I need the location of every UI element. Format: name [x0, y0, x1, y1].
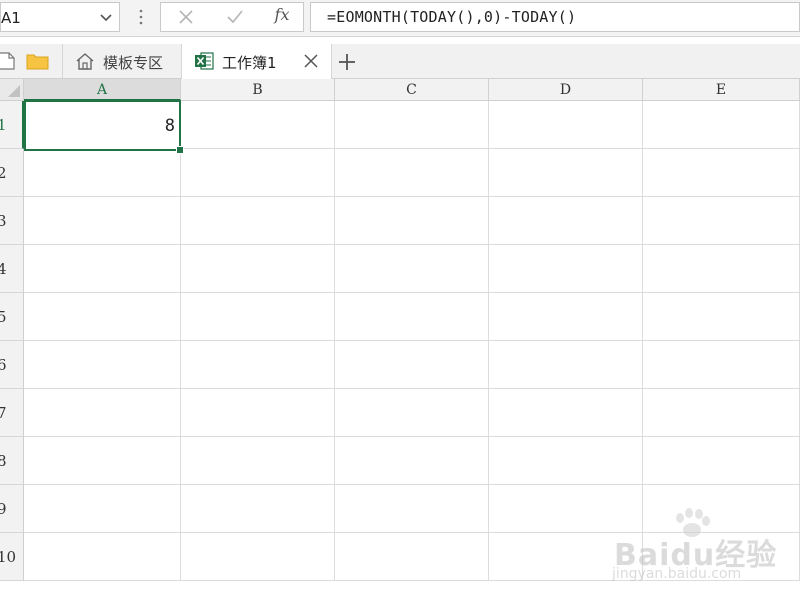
cell-d2[interactable] [489, 149, 643, 197]
active-cell-a1[interactable]: 8 [24, 100, 181, 151]
row-header-10[interactable]: 10 [0, 533, 24, 581]
row-header-6[interactable]: 6 [0, 341, 24, 389]
cell-e6[interactable] [643, 341, 800, 389]
formula-actions: fx [160, 2, 304, 32]
cell-b3[interactable] [181, 197, 335, 245]
cell-value: 8 [164, 116, 175, 136]
cell-e1[interactable] [643, 101, 800, 149]
cell-d7[interactable] [489, 389, 643, 437]
cell-d8[interactable] [489, 437, 643, 485]
tab-template-zone[interactable]: 模板专区 [62, 44, 182, 78]
folder-icon[interactable] [26, 52, 50, 70]
column-header-c[interactable]: C [335, 79, 489, 101]
cell-c5[interactable] [335, 293, 489, 341]
formula-text: =EOMONTH(TODAY(),0)-TODAY() [327, 8, 577, 26]
column-header-e[interactable]: E [643, 79, 800, 101]
cell-e7[interactable] [643, 389, 800, 437]
cell-c9[interactable] [335, 485, 489, 533]
cell-d5[interactable] [489, 293, 643, 341]
cell-c1[interactable] [335, 101, 489, 149]
cell-b9[interactable] [181, 485, 335, 533]
cell-c6[interactable] [335, 341, 489, 389]
cell-a7[interactable] [24, 389, 181, 437]
row-header-5[interactable]: 5 [0, 293, 24, 341]
cell-e8[interactable] [643, 437, 800, 485]
cell-d3[interactable] [489, 197, 643, 245]
cell-b6[interactable] [181, 341, 335, 389]
select-all-triangle-icon [8, 85, 20, 97]
name-box-value: A1 [1, 9, 21, 27]
cancel-icon[interactable] [173, 6, 199, 28]
fill-handle[interactable] [176, 146, 184, 154]
cell-b7[interactable] [181, 389, 335, 437]
row-header-9[interactable]: 9 [0, 485, 24, 533]
cell-c10[interactable] [335, 533, 489, 581]
formula-input[interactable]: =EOMONTH(TODAY(),0)-TODAY() [310, 2, 800, 32]
plus-icon[interactable] [336, 51, 358, 73]
cell-d4[interactable] [489, 245, 643, 293]
row-header-8[interactable]: 8 [0, 437, 24, 485]
spreadsheet-file-icon [195, 52, 214, 70]
name-box[interactable]: A1 [0, 2, 120, 32]
cell-b10[interactable] [181, 533, 335, 581]
cell-a8[interactable] [24, 437, 181, 485]
cell-e2[interactable] [643, 149, 800, 197]
cell-d6[interactable] [489, 341, 643, 389]
cell-a4[interactable] [24, 245, 181, 293]
home-icon [76, 53, 94, 70]
cell-b2[interactable] [181, 149, 335, 197]
column-header-d[interactable]: D [489, 79, 643, 101]
cell-b4[interactable] [181, 245, 335, 293]
chevron-down-icon[interactable] [95, 6, 117, 28]
check-icon[interactable] [222, 6, 248, 28]
tab-workbook-label: 工作簿1 [222, 54, 277, 72]
cell-c3[interactable] [335, 197, 489, 245]
cell-b1[interactable] [181, 101, 335, 149]
cell-b5[interactable] [181, 293, 335, 341]
new-file-icon[interactable] [0, 52, 16, 70]
watermark: Baidu经验 jingyan.baidu.com [612, 508, 792, 592]
cell-c8[interactable] [335, 437, 489, 485]
cell-a3[interactable] [24, 197, 181, 245]
formula-bar: A1 fx =EOMONTH(TODAY(),0)-TODAY() [0, 0, 800, 37]
row-header-3[interactable]: 3 [0, 197, 24, 245]
cell-c4[interactable] [335, 245, 489, 293]
cell-c7[interactable] [335, 389, 489, 437]
row-header-2[interactable]: 2 [0, 149, 24, 197]
column-header-b[interactable]: B [181, 79, 335, 101]
watermark-url: jingyan.baidu.com [612, 566, 742, 582]
row-header-4[interactable]: 4 [0, 245, 24, 293]
cell-a9[interactable] [24, 485, 181, 533]
select-all-button[interactable] [0, 79, 24, 101]
tab-workbook[interactable]: 工作簿1 [182, 44, 332, 79]
cell-a10[interactable] [24, 533, 181, 581]
tab-template-label: 模板专区 [103, 54, 164, 72]
row-header-1[interactable]: 1 [0, 101, 24, 149]
cell-e4[interactable] [643, 245, 800, 293]
cell-a6[interactable] [24, 341, 181, 389]
more-vertical-icon[interactable] [136, 6, 146, 28]
cell-b8[interactable] [181, 437, 335, 485]
cell-c2[interactable] [335, 149, 489, 197]
cell-a2[interactable] [24, 149, 181, 197]
tab-bar: 模板专区 工作簿1 [0, 44, 800, 79]
cell-e3[interactable] [643, 197, 800, 245]
row-header-7[interactable]: 7 [0, 389, 24, 437]
cell-e5[interactable] [643, 293, 800, 341]
cell-d1[interactable] [489, 101, 643, 149]
close-icon[interactable] [302, 52, 320, 70]
column-header-a[interactable]: A [24, 79, 181, 101]
insert-function-button[interactable]: fx [269, 5, 295, 27]
cell-a5[interactable] [24, 293, 181, 341]
